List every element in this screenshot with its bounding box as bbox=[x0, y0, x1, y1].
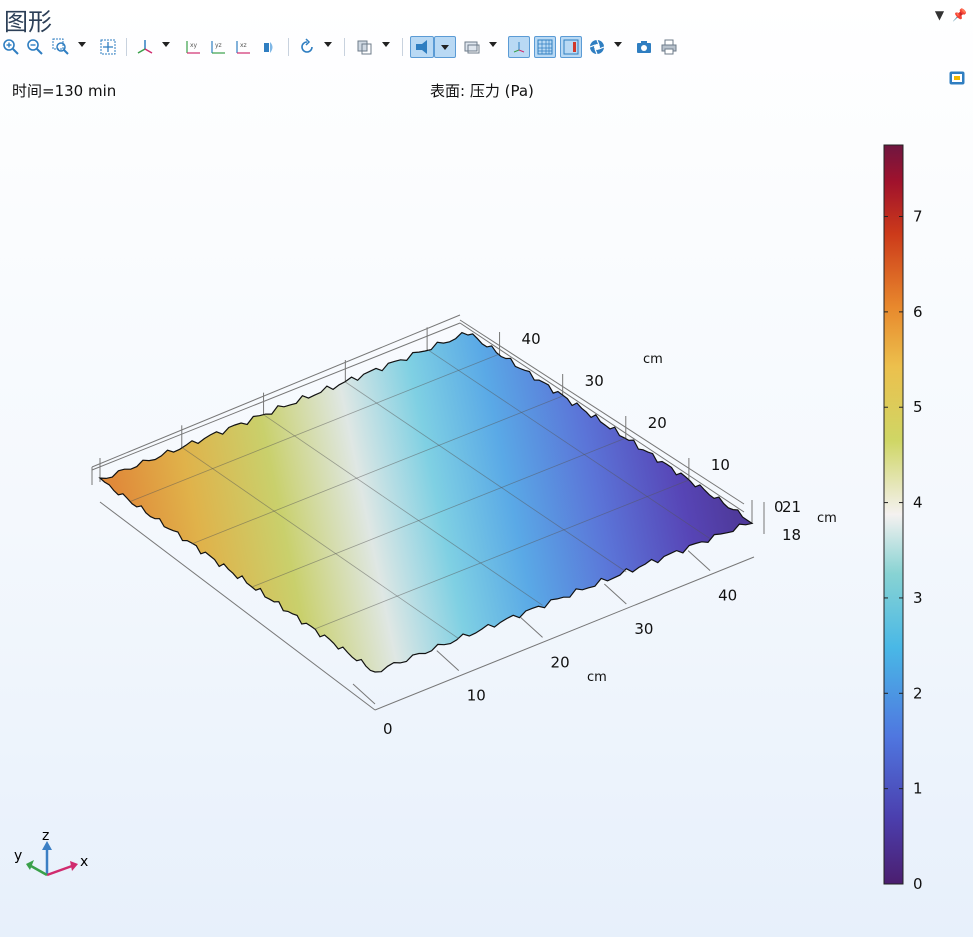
colorbar-tick-label: 7 bbox=[913, 208, 923, 226]
x-tick-label: 30 bbox=[634, 620, 653, 638]
z-axis-ticks: 1821 bbox=[782, 498, 801, 544]
z-tick-label: 18 bbox=[782, 526, 801, 544]
triad-x-label: x bbox=[80, 854, 88, 870]
x-axis-unit: cm bbox=[587, 670, 607, 685]
triad-z-label: z bbox=[42, 828, 49, 844]
plot-canvas[interactable]: 010203040 010203040 1821 cm cm cm 012345… bbox=[0, 0, 973, 937]
y-tick-label: 30 bbox=[585, 372, 604, 390]
colorbar bbox=[883, 144, 904, 885]
x-tick-label: 20 bbox=[551, 653, 570, 671]
colorbar-tick-label: 6 bbox=[913, 303, 923, 321]
y-axis-unit: cm bbox=[643, 352, 663, 367]
z-tick-label: 21 bbox=[782, 498, 801, 516]
y-tick-label: 40 bbox=[522, 330, 541, 348]
triad-y-label: y bbox=[14, 848, 22, 864]
colorbar-tick-label: 0 bbox=[913, 875, 923, 893]
x-tick-label: 0 bbox=[383, 720, 393, 738]
colorbar-tick-label: 2 bbox=[913, 684, 923, 702]
colorbar-tick-label: 4 bbox=[913, 494, 923, 512]
x-tick-label: 40 bbox=[718, 587, 737, 605]
colorbar-tick-label: 1 bbox=[913, 780, 923, 798]
x-tick-label: 10 bbox=[467, 687, 486, 705]
y-tick-label: 10 bbox=[711, 456, 730, 474]
colorbar-tick-label: 5 bbox=[913, 398, 923, 416]
y-tick-label: 20 bbox=[648, 414, 667, 432]
colorbar-tick-label: 3 bbox=[913, 589, 923, 607]
axis-triad: z y x bbox=[14, 828, 88, 877]
z-axis-unit: cm bbox=[817, 511, 837, 526]
